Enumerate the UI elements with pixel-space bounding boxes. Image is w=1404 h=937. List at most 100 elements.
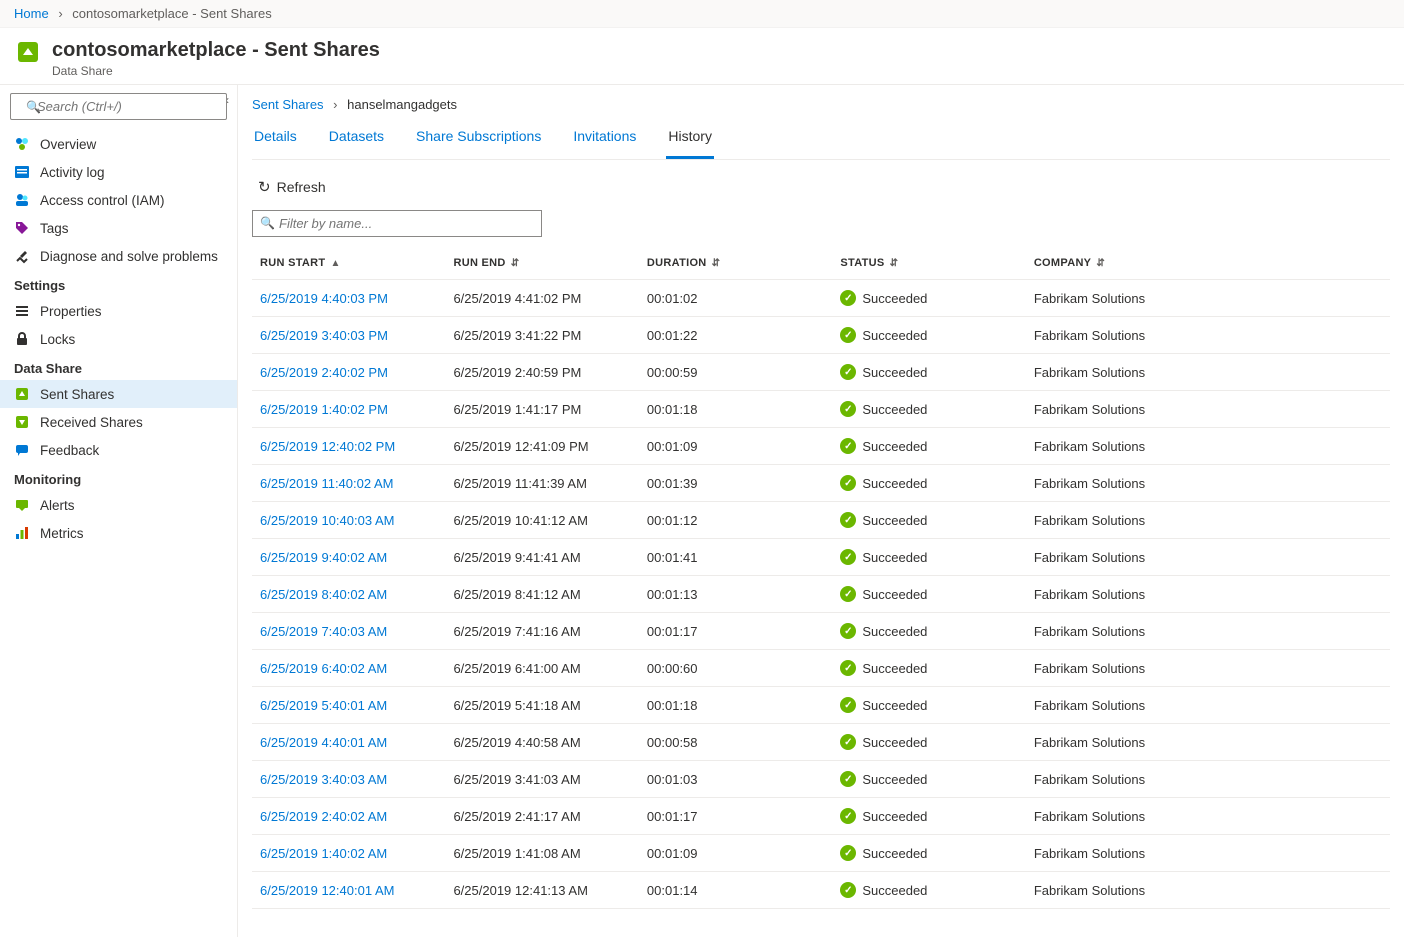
run-end-cell: 6/25/2019 5:41:18 AM [445,687,638,724]
run-start-link[interactable]: 6/25/2019 7:40:03 AM [260,624,387,639]
status-text: Succeeded [862,661,927,676]
nav-item-locks[interactable]: Locks [0,325,237,353]
run-start-link[interactable]: 6/25/2019 9:40:02 AM [260,550,387,565]
duration-cell: 00:01:12 [639,502,832,539]
success-icon: ✓ [840,586,856,602]
table-row: 6/25/2019 1:40:02 AM6/25/2019 1:41:08 AM… [252,835,1390,872]
received-shares-icon [14,414,30,430]
run-end-cell: 6/25/2019 11:41:39 AM [445,465,638,502]
nav-item-access-control[interactable]: Access control (IAM) [0,186,237,214]
table-row: 6/25/2019 3:40:03 AM6/25/2019 3:41:03 AM… [252,761,1390,798]
nav-item-sent-shares[interactable]: Sent Shares [0,380,237,408]
status-cell: ✓Succeeded [840,697,1017,713]
status-text: Succeeded [862,365,927,380]
sent-shares-icon [14,386,30,402]
duration-cell: 00:00:59 [639,354,832,391]
col-header-run-end[interactable]: RUN END ⇵ [445,247,638,280]
breadcrumb-current: contosomarketplace - Sent Shares [72,6,271,21]
status-text: Succeeded [862,513,927,528]
run-start-link[interactable]: 6/25/2019 4:40:03 PM [260,291,388,306]
global-breadcrumb: Home › contosomarketplace - Sent Shares [0,0,1404,28]
duration-cell: 00:00:58 [639,724,832,761]
duration-cell: 00:00:60 [639,650,832,687]
status-cell: ✓ Succeeded [840,586,1017,602]
duration-cell: 00:01:03 [639,761,832,798]
col-header-company[interactable]: COMPANY ⇵ [1026,247,1390,280]
success-icon: ✓ [840,623,856,639]
refresh-button[interactable]: ↻ Refresh [252,174,332,200]
run-start-link[interactable]: 6/25/2019 1:40:02 AM [260,846,387,861]
duration-cell: 00:01:18 [639,687,832,724]
table-row: 6/25/2019 5:40:01 AM 6/25/2019 5:41:18 AM… [252,687,1390,724]
diagnose-icon [14,248,30,264]
access-control-icon [14,192,30,208]
tab-datasets[interactable]: Datasets [327,118,386,159]
company-cell: Fabrikam Solutions [1026,798,1390,835]
nav-item-properties[interactable]: Properties [0,297,237,325]
table-row: 6/25/2019 9:40:02 AM6/25/2019 9:41:41 AM… [252,539,1390,576]
success-icon: ✓ [840,475,856,491]
properties-icon [14,303,30,319]
nav-item-diagnose[interactable]: Diagnose and solve problems [0,242,237,270]
duration-cell: 00:01:17 [639,798,832,835]
tab-details[interactable]: Details [252,118,299,159]
run-start-link[interactable]: 6/25/2019 1:40:02 PM [260,402,388,417]
status-cell: ✓Succeeded [840,623,1017,639]
run-start-link[interactable]: 6/25/2019 5:40:01 AM [260,698,387,713]
col-header-run-start[interactable]: RUN START ▲ [252,247,445,280]
run-start-link[interactable]: 6/25/2019 11:40:02 AM [260,476,393,491]
nav-item-label: Overview [40,137,96,152]
run-start-link[interactable]: 6/25/2019 8:40:02 AM [260,587,387,602]
company-cell: Fabrikam Solutions [1026,613,1390,650]
run-end-cell: 6/25/2019 3:41:22 PM [445,317,638,354]
status-text: Succeeded [862,328,927,343]
search-icon: 🔍 [26,100,41,114]
status-cell: ✓Succeeded [840,549,1017,565]
sort-icon: ⇵ [1093,258,1105,269]
status-text: Succeeded [862,587,927,602]
col-header-status[interactable]: STATUS ⇵ [832,247,1025,280]
run-end-cell: 6/25/2019 10:41:12 AM [445,502,638,539]
run-start-link[interactable]: 6/25/2019 3:40:03 PM [260,328,388,343]
nav-item-feedback[interactable]: Feedback [0,436,237,464]
nav-item-overview[interactable]: Overview [0,130,237,158]
tab-invitations[interactable]: Invitations [571,118,638,159]
run-end-cell: 6/25/2019 7:41:16 AM [445,613,638,650]
run-start-link[interactable]: 6/25/2019 2:40:02 PM [260,365,388,380]
run-start-link[interactable]: 6/25/2019 12:40:02 PM [260,439,395,454]
nav-item-alerts[interactable]: Alerts [0,491,237,519]
duration-cell: 00:01:09 [639,428,832,465]
status-text: Succeeded [862,846,927,861]
status-cell: ✓Succeeded [840,660,1017,676]
toolbar: ↻ Refresh [252,160,1390,210]
status-text: Succeeded [862,402,927,417]
run-end-cell: 6/25/2019 4:41:02 PM [445,280,638,317]
table-row: 6/25/2019 4:40:03 PM 6/25/2019 4:41:02 PM… [252,280,1390,317]
run-start-link[interactable]: 6/25/2019 3:40:03 AM [260,772,387,787]
table-row: 6/25/2019 7:40:03 AM 6/25/2019 7:41:16 AM… [252,613,1390,650]
nav-item-tags[interactable]: Tags [0,214,237,242]
run-end-cell: 6/25/2019 12:41:09 PM [445,428,638,465]
breadcrumb-sent-shares-link[interactable]: Sent Shares [252,97,324,112]
run-start-link[interactable]: 6/25/2019 6:40:02 AM [260,661,387,676]
duration-cell: 00:01:41 [639,539,832,576]
breadcrumb-home-link[interactable]: Home [14,6,49,21]
nav-item-activity-log[interactable]: Activity log [0,158,237,186]
tab-share-subscriptions[interactable]: Share Subscriptions [414,118,543,159]
filter-icon: 🔍 [260,216,275,230]
status-text: Succeeded [862,550,927,565]
col-header-duration[interactable]: DURATION ⇵ [639,247,832,280]
sidebar-search-input[interactable] [10,93,227,120]
filter-by-name-input[interactable] [252,210,542,237]
nav-item-metrics[interactable]: Metrics [0,519,237,547]
run-start-link[interactable]: 6/25/2019 10:40:03 AM [260,513,394,528]
run-start-link[interactable]: 6/25/2019 4:40:01 AM [260,735,387,750]
run-start-link[interactable]: 6/25/2019 12:40:01 AM [260,883,394,898]
tab-history[interactable]: History [666,118,714,159]
nav-item-received-shares[interactable]: Received Shares [0,408,237,436]
sidebar: « 🔍 OverviewActivity logAccess control (… [0,85,238,937]
sort-icon: ⇵ [709,258,721,269]
table-row: 6/25/2019 10:40:03 AM 6/25/2019 10:41:12 … [252,502,1390,539]
run-start-link[interactable]: 6/25/2019 2:40:02 AM [260,809,387,824]
status-text: Succeeded [862,476,927,491]
